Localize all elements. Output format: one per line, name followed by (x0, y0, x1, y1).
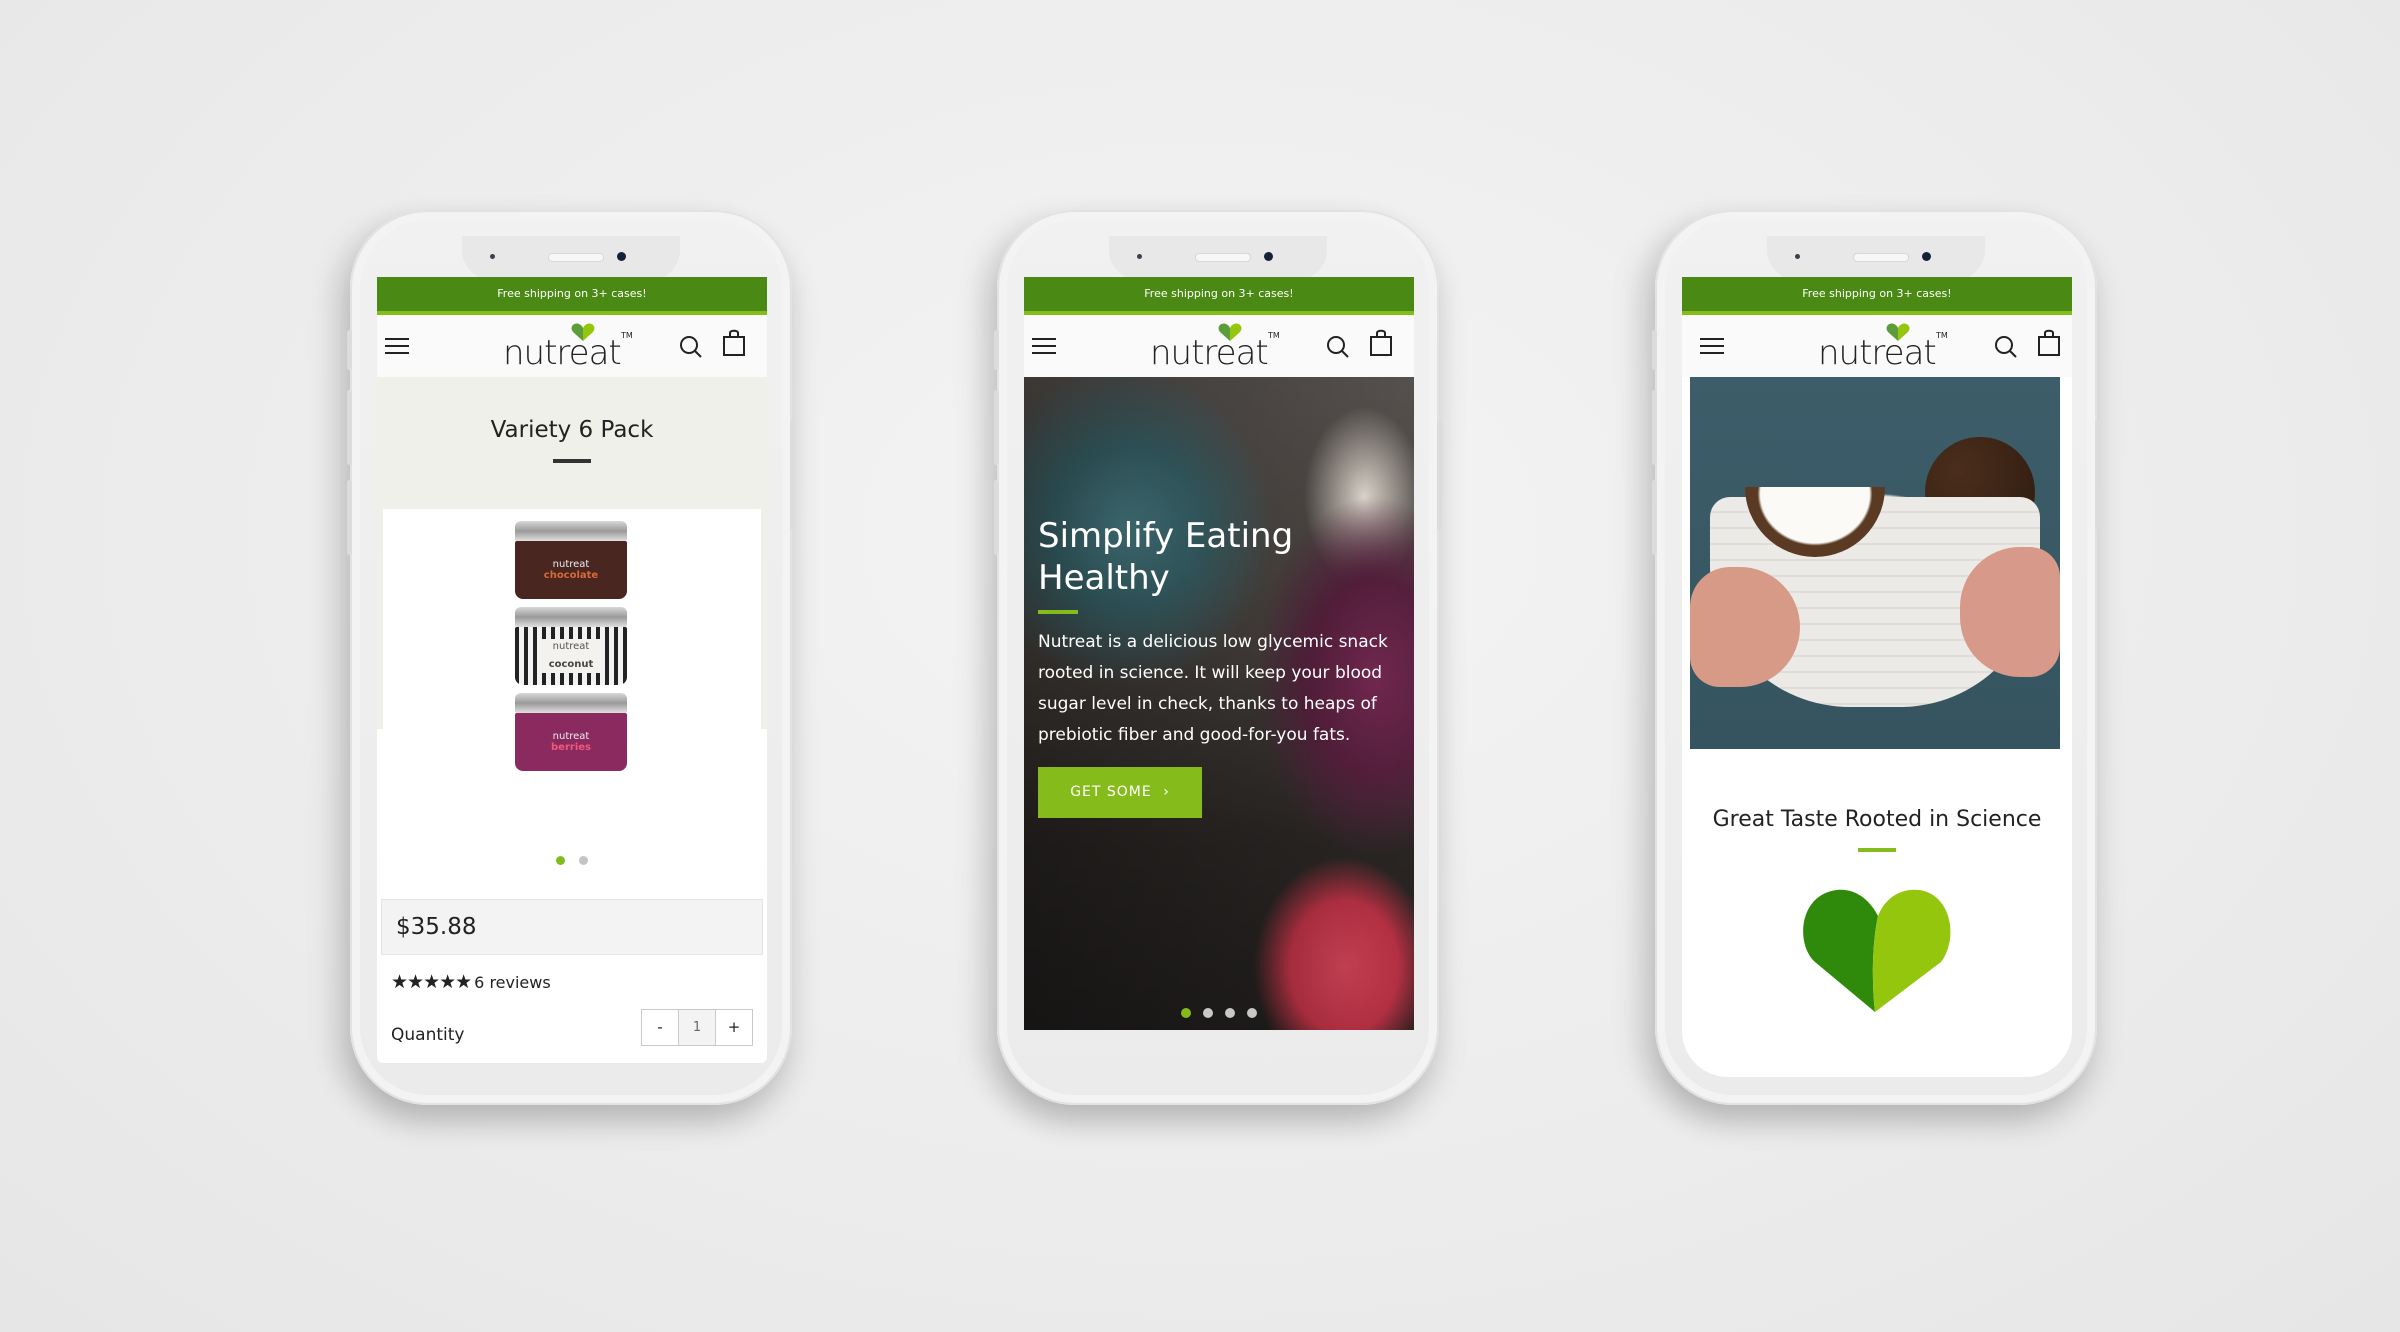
carousel-dot[interactable] (579, 856, 588, 865)
promo-banner[interactable]: Free shipping on 3+ cases! (1682, 277, 2072, 315)
quantity-input[interactable]: 1 (678, 1010, 716, 1045)
brand-logo[interactable]: nutreat TM (1150, 323, 1280, 373)
volume-up-button (994, 390, 999, 465)
front-camera (617, 252, 626, 261)
quantity-row: Quantity - 1 + (377, 993, 767, 1049)
volume-down-button (994, 480, 999, 555)
mute-switch (347, 330, 352, 370)
promo-banner[interactable]: Free shipping on 3+ cases! (377, 277, 767, 315)
proximity-sensor (490, 254, 495, 259)
promo-banner[interactable]: Free shipping on 3+ cases! (1024, 277, 1414, 315)
logo-wordmark: nutreat (1818, 333, 1937, 373)
product-price: $35.88 (381, 899, 763, 955)
trademark-symbol: TM (621, 331, 633, 340)
phone-notch (462, 236, 680, 280)
trademark-symbol: TM (1268, 331, 1280, 340)
carousel-dot[interactable] (1203, 1008, 1213, 1018)
hamburger-icon[interactable] (385, 338, 409, 356)
hero-title-underline (1038, 610, 1078, 614)
earpiece-speaker (548, 253, 604, 262)
title-underline (553, 459, 591, 463)
phone-mockup-product: Free shipping on 3+ cases! nutreat TM Va… (347, 210, 795, 1105)
brand-logo[interactable]: nutreat TM (1818, 323, 1948, 373)
shopping-bag-icon[interactable] (2037, 329, 2061, 357)
jar-coconut: nutreat coconut (515, 607, 627, 689)
chevron-right-icon: › (1163, 784, 1170, 800)
phone-mockup-about: Free shipping on 3+ cases! nutreat TM Gr… (1652, 210, 2100, 1105)
site-header: nutreat TM (377, 315, 767, 377)
hamburger-icon[interactable] (1032, 338, 1056, 356)
site-header: nutreat TM (1682, 315, 2072, 377)
phone-mockup-home-hero: Free shipping on 3+ cases! nutreat TM Si… (994, 210, 1442, 1105)
product-title: Variety 6 Pack (490, 417, 654, 443)
get-some-button[interactable]: GET SOME › (1038, 767, 1202, 818)
increment-button[interactable]: + (716, 1010, 752, 1045)
quantity-label: Quantity (391, 1025, 465, 1045)
site-header: nutreat TM (1024, 315, 1414, 377)
phone-screen: Free shipping on 3+ cases! nutreat TM Va… (377, 277, 767, 1063)
logo-wordmark: nutreat (1150, 333, 1269, 373)
phone-screen: Free shipping on 3+ cases! nutreat TM Gr… (1682, 277, 2072, 1077)
product-image-jar-stack: nutreat chocolate nutreat coconut nutreat b… (515, 521, 627, 779)
quantity-stepper[interactable]: - 1 + (641, 1009, 753, 1046)
shopping-bag-icon[interactable] (1369, 329, 1393, 357)
volume-down-button (1652, 480, 1657, 555)
carousel-dot[interactable] (1247, 1008, 1257, 1018)
power-button (790, 420, 795, 530)
phone-screen: Free shipping on 3+ cases! nutreat TM Si… (1024, 277, 1414, 1030)
carousel-dot-active[interactable] (556, 856, 565, 865)
brand-logo[interactable]: nutreat TM (503, 323, 633, 373)
cta-label: GET SOME (1070, 784, 1152, 800)
search-icon[interactable] (1994, 335, 2018, 359)
product-image-carousel[interactable]: nutreat chocolate nutreat coconut nutreat b… (377, 509, 767, 899)
volume-up-button (1652, 390, 1657, 465)
star-rating-icons: ★★★★★ (391, 971, 472, 993)
volume-up-button (347, 390, 352, 465)
reviews-count[interactable]: 6 reviews (474, 973, 551, 992)
coconut-bowl-photo (1690, 377, 2060, 749)
gallery-edge (761, 509, 767, 729)
product-rating[interactable]: ★★★★★ 6 reviews (377, 955, 767, 993)
decrement-button[interactable]: - (642, 1010, 678, 1045)
proximity-sensor (1795, 254, 1800, 259)
volume-down-button (347, 480, 352, 555)
phone-notch (1109, 236, 1327, 280)
phone-notch (1767, 236, 1985, 280)
mute-switch (994, 330, 999, 370)
carousel-dot[interactable] (1225, 1008, 1235, 1018)
search-icon[interactable] (1326, 335, 1350, 359)
mute-switch (1652, 330, 1657, 370)
trademark-symbol: TM (1936, 331, 1948, 340)
green-heart-icon (1803, 889, 1951, 1012)
power-button (1437, 420, 1442, 530)
front-camera (1264, 252, 1273, 261)
jar-berries: nutreat berries (515, 693, 627, 775)
gallery-edge (377, 509, 383, 729)
shopping-bag-icon[interactable] (722, 329, 746, 357)
hero-slideshow[interactable]: Simplify Eating Healthy Nutreat is a del… (1024, 377, 1414, 1030)
front-camera (1922, 252, 1931, 261)
earpiece-speaker (1853, 253, 1909, 262)
hero-title: Simplify Eating Healthy (1038, 516, 1294, 598)
search-icon[interactable] (679, 335, 703, 359)
jar-chocolate: nutreat chocolate (515, 521, 627, 603)
hand (1960, 547, 2060, 677)
proximity-sensor (1137, 254, 1142, 259)
hero-description: Nutreat is a delicious low glycemic snac… (1038, 632, 1388, 745)
carousel-dots (1024, 1003, 1414, 1022)
section-title-underline (1858, 848, 1896, 852)
carousel-dot-active[interactable] (1181, 1008, 1191, 1018)
power-button (2095, 420, 2100, 530)
product-title-band: Variety 6 Pack (377, 377, 767, 509)
carousel-dots (377, 850, 767, 869)
section-title: Great Taste Rooted in Science (1712, 807, 2042, 832)
earpiece-speaker (1195, 253, 1251, 262)
hamburger-icon[interactable] (1700, 338, 1724, 356)
logo-wordmark: nutreat (503, 333, 622, 373)
